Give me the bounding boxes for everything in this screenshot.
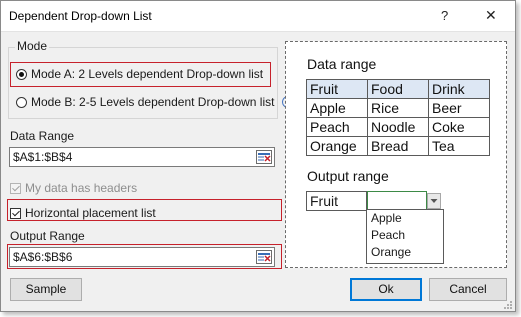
- list-item: Apple: [371, 211, 402, 225]
- mode-b-radio-row[interactable]: Mode B: 2-5 Levels dependent Drop-down l…: [16, 95, 295, 109]
- table-row: Orange Bread Tea: [306, 136, 490, 156]
- table-cell: Bread: [367, 136, 429, 156]
- preview-output-heading: Output range: [307, 168, 389, 184]
- table-row: Apple Rice Beer: [306, 98, 490, 118]
- output-range-picker-icon[interactable]: [256, 250, 272, 264]
- table-cell: Beer: [428, 98, 490, 118]
- list-item: Orange: [371, 245, 412, 259]
- mode-b-radio[interactable]: [16, 96, 27, 108]
- horizontal-label: Horizontal placement list: [25, 206, 156, 220]
- table-row: Fruit Food Drink: [306, 79, 490, 99]
- table-cell: Food: [367, 79, 429, 99]
- table-cell: Noodle: [367, 117, 429, 137]
- table-cell: Drink: [428, 79, 490, 99]
- table-cell: Rice: [367, 98, 429, 118]
- preview-dropdown-list: Apple Peach Orange: [366, 209, 444, 264]
- mode-a-label: Mode A: 2 Levels dependent Drop-down lis…: [31, 67, 264, 81]
- headers-checkbox-row[interactable]: My data has headers: [10, 181, 137, 195]
- sample-button[interactable]: Sample: [10, 278, 82, 301]
- mode-group-label: Mode: [15, 39, 50, 53]
- mode-a-radio-row[interactable]: Mode A: 2 Levels dependent Drop-down lis…: [16, 67, 263, 81]
- data-range-input[interactable]: $A$1:$B$4: [9, 147, 275, 167]
- table-cell: Fruit: [306, 79, 368, 99]
- mode-b-label: Mode B: 2-5 Levels dependent Drop-down l…: [31, 95, 275, 109]
- ok-button[interactable]: Ok: [350, 278, 422, 301]
- horizontal-checkbox[interactable]: [10, 207, 21, 219]
- cancel-button[interactable]: Cancel: [429, 278, 507, 301]
- data-range-label: Data Range: [10, 129, 75, 143]
- resize-grip-icon[interactable]: [503, 299, 513, 309]
- help-button[interactable]: ?: [441, 8, 448, 23]
- preview-data-table: Fruit Food Drink Apple Rice Beer Peach N…: [306, 79, 490, 156]
- table-cell: Orange: [306, 136, 368, 156]
- table-cell: Peach: [306, 117, 368, 137]
- title-bar: Dependent Drop-down List ? ✕: [1, 1, 515, 32]
- chevron-down-icon: [427, 193, 441, 209]
- output-range-label: Output Range: [10, 229, 85, 243]
- window-title: Dependent Drop-down List: [9, 9, 152, 23]
- preview-data-heading: Data range: [307, 56, 377, 72]
- mode-a-radio[interactable]: [16, 68, 27, 80]
- table-row: Peach Noodle Coke: [306, 117, 490, 137]
- preview-selected-cell: [367, 191, 427, 211]
- preview-panel: Data range Fruit Food Drink Apple Rice B…: [285, 41, 507, 268]
- list-item: Peach: [371, 228, 406, 242]
- data-range-picker-icon[interactable]: [256, 150, 272, 164]
- horizontal-checkbox-row[interactable]: Horizontal placement list: [10, 206, 156, 220]
- table-cell: Coke: [428, 117, 490, 137]
- dependent-dropdown-dialog: Dependent Drop-down List ? ✕ Mode Mode A…: [0, 0, 516, 312]
- preview-output-cell: Fruit: [306, 191, 367, 211]
- close-button[interactable]: ✕: [485, 7, 497, 24]
- table-cell: Tea: [428, 136, 490, 156]
- headers-label: My data has headers: [25, 181, 138, 195]
- output-range-input[interactable]: $A$6:$B$6: [9, 247, 275, 267]
- table-cell: Apple: [306, 98, 368, 118]
- headers-checkbox[interactable]: [10, 182, 21, 194]
